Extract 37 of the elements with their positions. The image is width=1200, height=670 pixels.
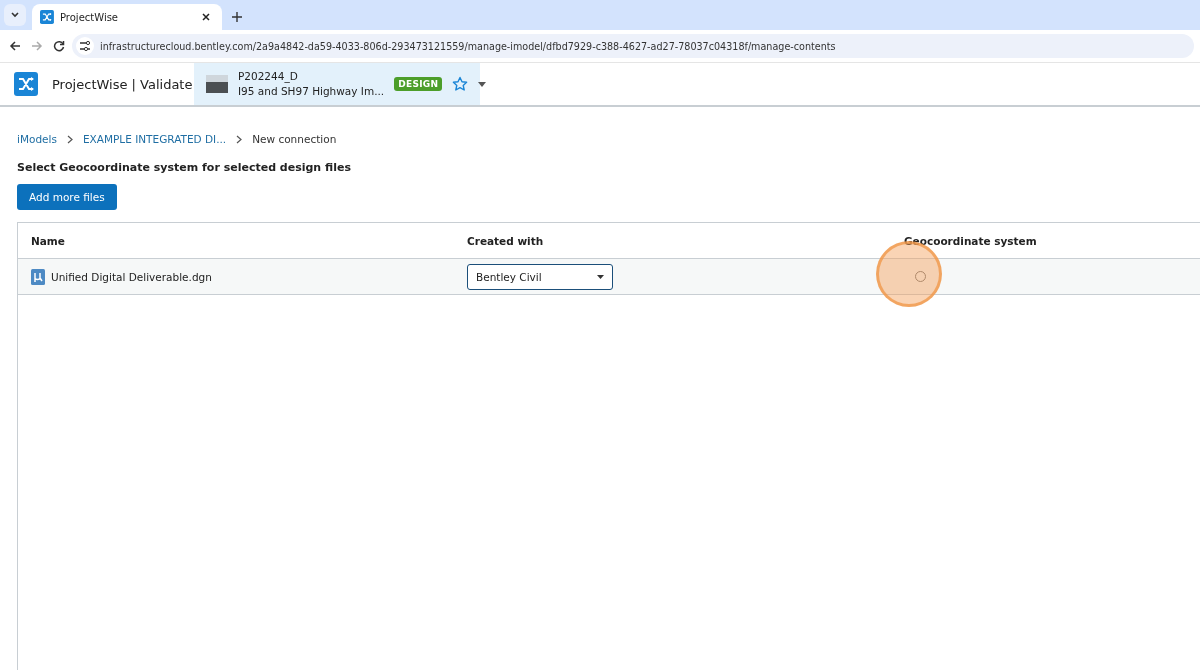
app-logo-icon[interactable] <box>14 72 38 96</box>
reload-icon <box>53 40 65 52</box>
dgn-file-icon <box>31 268 45 285</box>
caret-down-icon <box>478 81 487 87</box>
site-settings-icon[interactable] <box>79 40 91 52</box>
star-icon <box>452 76 469 92</box>
column-header: Name <box>30 234 66 247</box>
breadcrumb-link[interactable]: iModels <box>17 133 57 145</box>
plus-icon <box>232 12 242 22</box>
chevron-right-icon <box>66 134 73 144</box>
close-icon <box>201 12 211 22</box>
arrow-right-icon <box>31 40 43 52</box>
created-with-dropdown[interactable]: Bentley Civil <box>467 263 613 290</box>
project-name: I95 and SH97 Highway Im... <box>238 84 385 99</box>
add-more-files-button[interactable]: Add more files <box>17 184 117 210</box>
tab-list-button[interactable] <box>4 4 26 26</box>
section-heading: Select Geocoordinate system for selected design files <box>17 161 352 174</box>
app-logo-icon <box>40 10 54 24</box>
url-text: infrastructurecloud.bentley.com/2a9a4842-da59-4033-806d-293473121559/manage-imodel/dfbd7929-c388-4627-ad27-78037c04318f/manage-contents <box>100 40 836 52</box>
file-name: Unified Digital Deliverable.dgn <box>51 270 212 283</box>
project-number: P202244_D <box>238 69 299 84</box>
breadcrumb-current: New connection <box>252 133 337 145</box>
project-menu-button[interactable] <box>478 81 487 87</box>
photo-placeholder <box>206 75 228 93</box>
product-title: ProjectWise | Validate <box>52 76 193 92</box>
browser-tab[interactable]: ProjectWise <box>32 4 222 30</box>
address-bar[interactable]: infrastructurecloud.bentley.com/2a9a4842-da59-4033-806d-293473121559/manage-imodel/dfbd7929-c388-4627-ad27-78037c04318f/manage-contents <box>72 34 1194 58</box>
favorite-button[interactable] <box>452 76 469 92</box>
tab-title: ProjectWise <box>60 11 120 23</box>
column-header: Geocoordinate system <box>903 234 1038 247</box>
caret-down-icon <box>597 274 604 279</box>
arrow-left-icon <box>9 40 21 52</box>
breadcrumb-link[interactable]: EXAMPLE INTEGRATED DI... <box>82 133 227 145</box>
chevron-right-icon <box>236 134 243 144</box>
chevron-down-icon <box>10 10 20 20</box>
column-header: Created with <box>466 234 545 247</box>
status-badge: DESIGN <box>394 77 443 91</box>
